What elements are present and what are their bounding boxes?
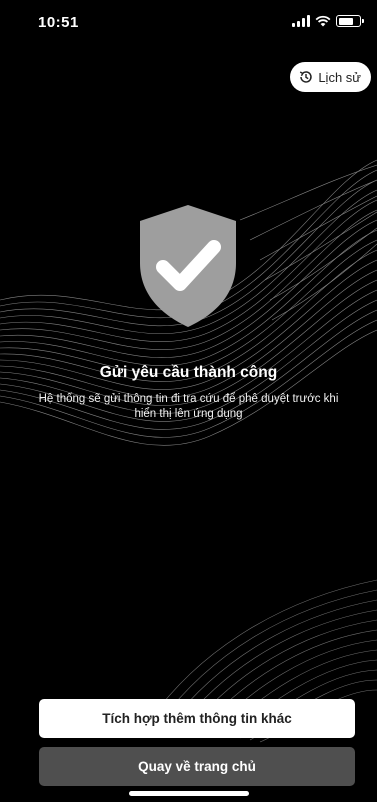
history-button[interactable]: Lịch sử [290, 62, 371, 92]
status-bar: 10:51 [0, 0, 377, 44]
cellular-signal-icon [292, 15, 310, 27]
integrate-more-info-button[interactable]: Tích hợp thêm thông tin khác [39, 699, 355, 738]
back-to-home-button[interactable]: Quay về trang chủ [39, 747, 355, 786]
wifi-icon [315, 15, 331, 27]
success-description: Hệ thống sẽ gửi thông tin đi tra cứu để … [4, 392, 373, 422]
battery-icon [336, 15, 364, 27]
shield-check-icon [140, 205, 236, 327]
home-indicator [129, 791, 249, 796]
description-line-1: Hệ thống sẽ gửi thông tin đi tra cứu để … [38, 393, 339, 405]
history-clock-icon [300, 71, 313, 83]
status-icons [292, 15, 364, 27]
status-time: 10:51 [38, 14, 79, 31]
description-line-2: hiển thị lên ứng dụng [134, 408, 243, 420]
success-title: Gửi yêu cầu thành công [99, 364, 278, 381]
history-button-label: Lịch sử [318, 69, 361, 85]
